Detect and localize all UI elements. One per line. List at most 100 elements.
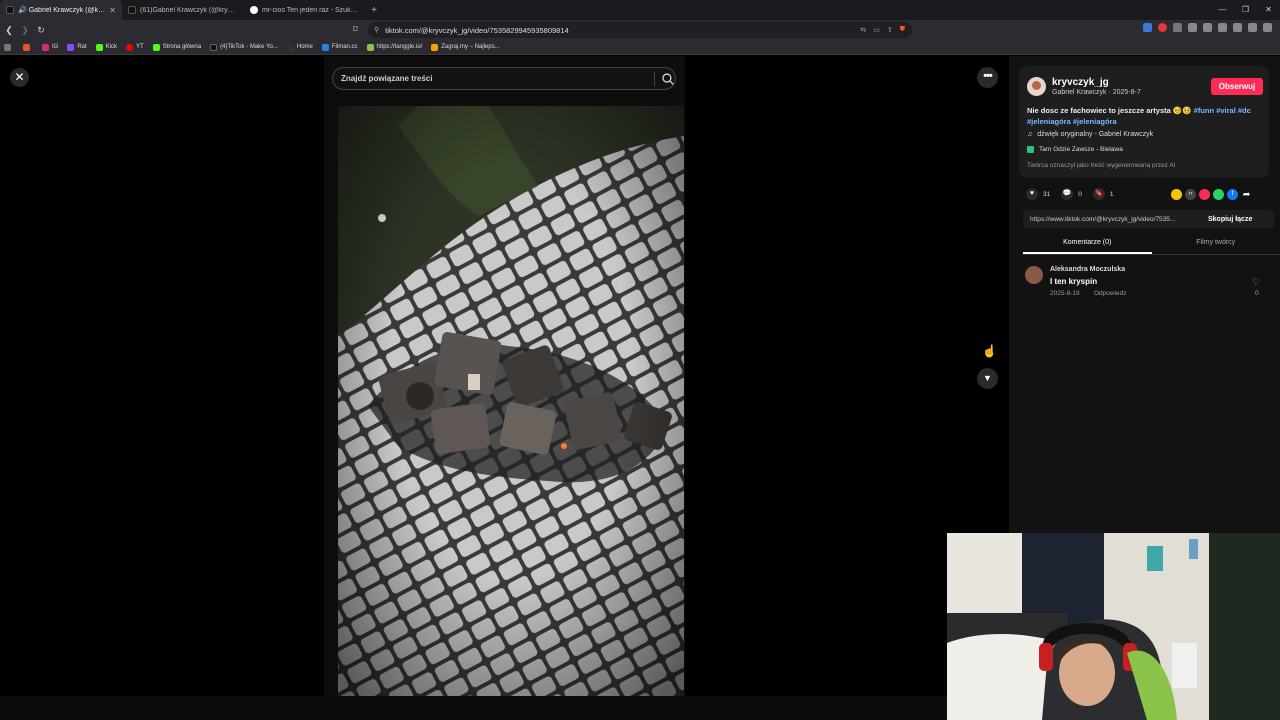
bookmark-favicon-icon [366, 43, 374, 51]
kick-icon [95, 43, 103, 51]
video-link-url[interactable]: https://www.tiktok.com/@kryvczyk_jg/vide… [1023, 216, 1196, 223]
browser-tab-active[interactable]: 🔊 Gabriel Krawczyk (@kryvczyk_jg) ✕ [0, 0, 122, 20]
back-icon[interactable]: ❮ [2, 25, 16, 36]
next-video-chevron-down-icon[interactable]: ▼ [977, 368, 998, 389]
bookmark-page-icon[interactable]: ⌑ [353, 24, 358, 35]
bookmark-favicon-icon [431, 43, 439, 51]
author-display-name: Gabriel Krawczyk [1052, 89, 1107, 96]
new-tab-button[interactable]: + [366, 5, 382, 16]
browser-tab[interactable]: mr-cios Ten jeden raz - Szukaj w Google [244, 0, 366, 20]
extensions-area [1143, 23, 1272, 32]
hashtag-link[interactable]: #jeleniagóra [1073, 117, 1117, 126]
bookmark-item[interactable]: (4)TikTok - Make Yo... [210, 43, 278, 51]
url-text: tiktok.com/@kryvczyk_jg/video/7535829945… [385, 25, 569, 35]
bookmark-favicon-icon [321, 43, 329, 51]
bookmark-item[interactable]: IG [42, 43, 59, 51]
bookmark-item[interactable]: Home [286, 43, 313, 51]
restore-icon[interactable]: ❐ [1234, 0, 1257, 20]
hashtag-link[interactable]: #dc [1238, 106, 1251, 115]
translate-icon[interactable]: ⇆ [860, 26, 866, 34]
cast-icon[interactable]: ▭ [873, 26, 880, 34]
heart-icon: ♥ [1026, 188, 1038, 200]
close-icon[interactable]: ✕ [10, 68, 29, 87]
comment-heart-icon[interactable]: ♡ [1252, 277, 1260, 288]
share-arrow-icon[interactable]: ➦ [1241, 189, 1252, 200]
follow-button[interactable]: Obserwuj [1211, 78, 1263, 95]
menu-icon[interactable] [1263, 23, 1272, 32]
tab-creator-videos[interactable]: Filmy twórcy [1152, 236, 1280, 254]
search-icon[interactable] [661, 72, 675, 86]
more-options-icon[interactable]: ••• [977, 67, 998, 88]
bookmark-item[interactable]: Strona główna [152, 43, 201, 51]
location-link[interactable]: Tam Gdzie Zawsze - Bielawa [1027, 146, 1123, 153]
bookmark-label: IG [52, 44, 59, 50]
embed-icon[interactable]: ‹› [1185, 189, 1196, 200]
sidebar-icon[interactable] [1203, 23, 1212, 32]
bookmark-favicon-icon [67, 43, 75, 51]
bookmark-item[interactable]: Filman.cc [321, 43, 358, 51]
minimize-icon[interactable]: — [1211, 0, 1234, 20]
bookmark-label: Rat [77, 44, 87, 50]
coin-icon[interactable] [1171, 189, 1182, 200]
brave-shield-icon[interactable]: ⛊ [900, 26, 905, 34]
tab-title: (61)Gabriel Krawczyk (@kryvczyk_jg) [140, 6, 238, 14]
extension-icon[interactable] [1173, 23, 1182, 32]
whatsapp-icon[interactable] [1213, 189, 1224, 200]
copy-link-button[interactable]: Skopiuj łącze [1208, 216, 1252, 223]
apps-icon[interactable] [4, 43, 14, 51]
hashtag-link[interactable]: #funn [1194, 106, 1214, 115]
tab-comments[interactable]: Komentarze (0) [1023, 236, 1152, 254]
puzzle-icon[interactable] [1188, 23, 1197, 32]
record-extension-icon[interactable] [1158, 23, 1167, 32]
comment-date: 2025-8-19 [1050, 290, 1080, 297]
profile-icon[interactable] [1248, 23, 1257, 32]
bookmark-label: (4)TikTok - Make Yo... [220, 44, 278, 50]
bookmark-item[interactable]: Kick [95, 43, 117, 51]
google-favicon-icon [250, 6, 258, 14]
author-subline: Gabriel Krawczyk · 2025-8-7 [1052, 89, 1141, 96]
forward-icon[interactable]: ❯ [18, 25, 32, 36]
music-icon[interactable] [1218, 23, 1227, 32]
wallet-icon[interactable] [1233, 23, 1242, 32]
commenter-avatar[interactable] [1025, 266, 1043, 284]
browser-tab[interactable]: (61)Gabriel Krawczyk (@kryvczyk_jg) [122, 0, 244, 20]
bookmark-label: https://tanggle.io/ [376, 44, 423, 50]
author-username[interactable]: kryvczyk_jg [1052, 77, 1109, 88]
reply-button[interactable]: Odpowiedz [1094, 290, 1127, 297]
bookmark-item[interactable]: https://tanggle.io/ [366, 43, 423, 51]
reload-icon[interactable]: ↻ [34, 25, 48, 36]
tab-title: Gabriel Krawczyk (@kryvczyk_jg) [28, 6, 106, 14]
comment-stat[interactable]: 💬 0 [1061, 188, 1082, 200]
bookmark-item[interactable]: Rat [67, 43, 87, 51]
like-stat[interactable]: ♥ 31 [1026, 188, 1050, 200]
bookmark-favicon-icon [23, 43, 30, 51]
bookmark-item[interactable]: Zagraj.my – Najleps... [431, 43, 500, 51]
video-player[interactable] [338, 106, 684, 696]
address-bar[interactable]: ⚲ tiktok.com/@kryvczyk_jg/video/75358299… [368, 22, 912, 38]
extension-icon[interactable] [1143, 23, 1152, 32]
bookmark-item[interactable] [23, 43, 33, 51]
bookmark-label: Home [296, 44, 313, 50]
ai-generated-note: Twórca oznaczył jako treść wygenerowaną … [1027, 162, 1176, 169]
facebook-icon[interactable]: f [1227, 189, 1238, 200]
music-link[interactable]: ♫ dźwięk oryginalny - Gabriel Krawczyk [1027, 131, 1153, 138]
close-window-icon[interactable]: ✕ [1257, 0, 1280, 20]
navigation-bar: ❮ ❯ ↻ ⌑ ⚲ tiktok.com/@kryvczyk_jg/video/… [0, 20, 1280, 40]
comment-like-count: 0 [1255, 290, 1259, 297]
hashtag-link[interactable]: #viral [1216, 106, 1236, 115]
webcam-overlay [947, 533, 1280, 720]
hashtag-link[interactable]: #jeleniagóra [1027, 117, 1071, 126]
comment-bubble-icon: 💬 [1061, 188, 1074, 200]
commenter-name[interactable]: Aleksandra Moczulska [1050, 266, 1125, 273]
site-info-icon[interactable]: ⚲ [374, 26, 379, 34]
close-tab-icon[interactable]: ✕ [109, 6, 116, 15]
send-to-friends-icon[interactable] [1199, 189, 1210, 200]
save-stat[interactable]: 🔖 1 [1092, 188, 1113, 200]
share-page-icon[interactable]: ⇪ [887, 26, 893, 34]
bookmarks-bar: IG Rat Kick YT Strona główna (4)TikTok -… [0, 40, 1280, 55]
video-frame-image [338, 106, 684, 696]
author-avatar[interactable] [1027, 77, 1046, 96]
tiktok-favicon-icon [128, 6, 136, 14]
bookmark-item[interactable]: YT [126, 43, 144, 51]
search-input[interactable] [341, 74, 639, 83]
